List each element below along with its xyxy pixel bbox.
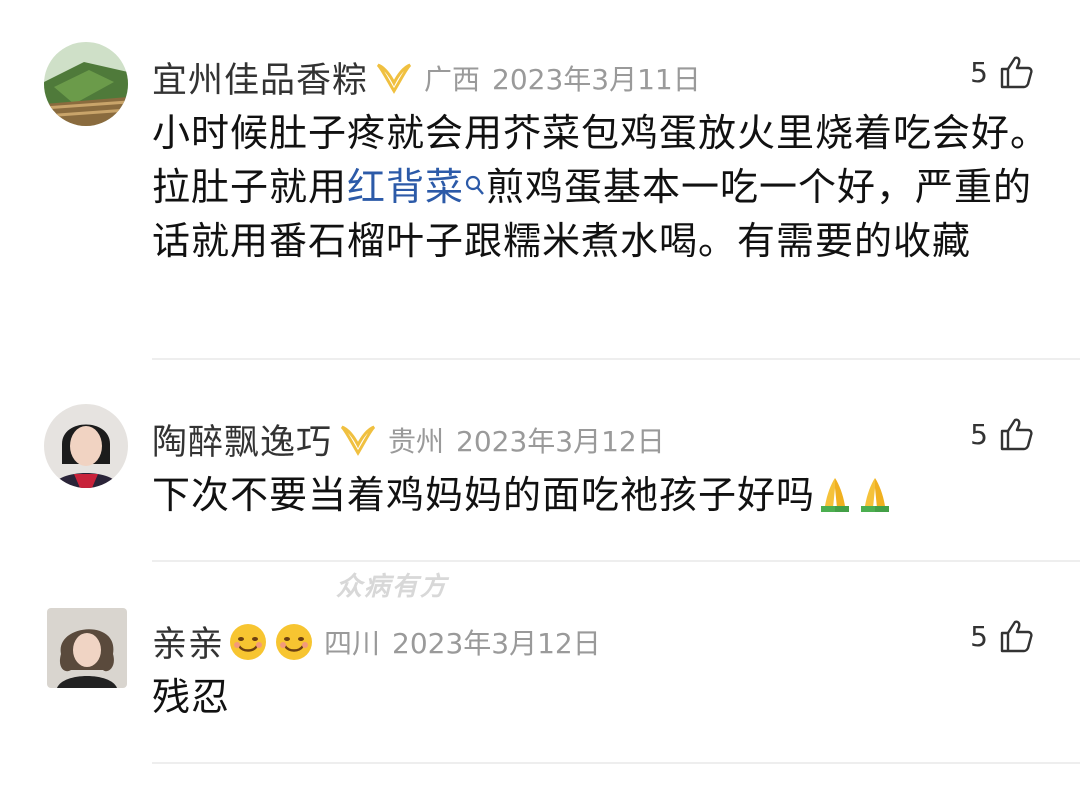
like-button[interactable]: 5 [970,54,1034,90]
like-button[interactable]: 5 [970,416,1034,452]
avatar[interactable] [44,42,128,126]
like-count: 5 [970,55,988,89]
praying-hands-icon [861,478,890,512]
like-count: 5 [970,417,988,451]
thumbs-up-icon [1000,56,1033,89]
search-icon[interactable] [464,174,486,198]
comment-text: 下次不要当着鸡妈妈的面吃祂孩子好吗 [152,468,1052,522]
location: 四川 [324,626,381,660]
comment-text: 残忍 [152,675,231,719]
avatar[interactable] [47,608,127,688]
like-button[interactable]: 5 [970,618,1034,654]
praying-hands-icon [821,478,850,512]
avatar[interactable] [44,404,128,488]
divider [152,358,1080,360]
timestamp: 2023年3月11日 [492,62,701,96]
location: 贵州 [388,424,445,458]
username[interactable]: 亲亲 [152,616,224,667]
comment-text-part: 下次不要当着鸡妈妈的面吃祂孩子好吗 [152,473,816,517]
divider [152,762,1080,764]
yellow-badge-icon [340,425,376,456]
smiling-face-icon [230,623,267,660]
smiling-face-icon [276,623,313,660]
yellow-badge-icon [376,63,412,94]
thumbs-up-icon [1000,418,1033,451]
location: 广西 [424,62,481,96]
like-count: 5 [970,619,988,653]
divider [152,560,1080,562]
username[interactable]: 宜州佳品香粽 [152,52,368,103]
timestamp: 2023年3月12日 [392,626,601,660]
timestamp: 2023年3月12日 [456,424,665,458]
comment-text: 小时候肚子疼就会用芥菜包鸡蛋放火里烧着吃会好。拉肚子就用红背菜 煎鸡蛋基本一吃一个… [152,106,1052,268]
watermark: 众病有方 [336,572,449,602]
keyword-link[interactable]: 红背菜 [347,165,464,209]
username[interactable]: 陶醉飘逸巧 [152,414,332,465]
thumbs-up-icon [1000,620,1033,653]
